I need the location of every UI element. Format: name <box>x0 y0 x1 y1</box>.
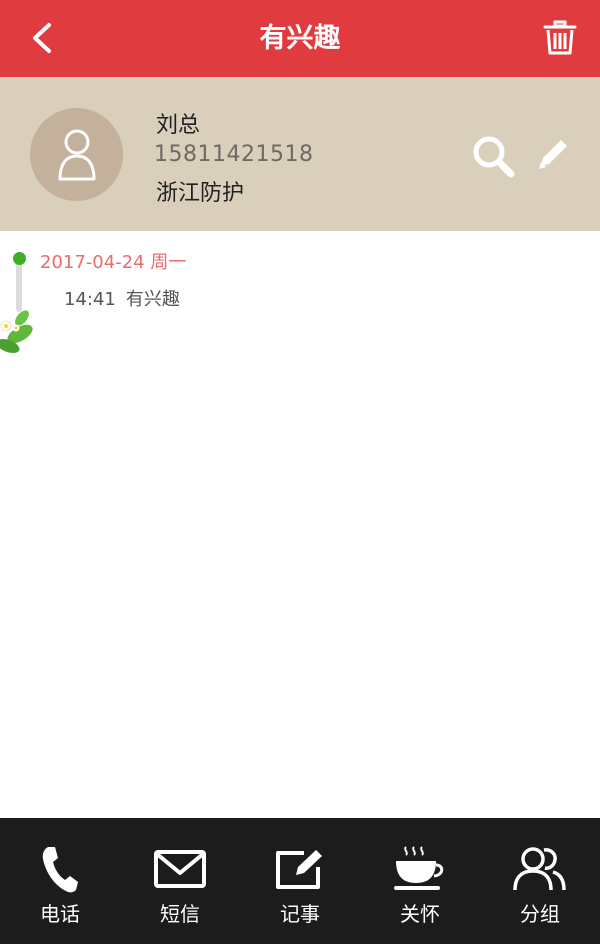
contact-profile: 刘总 15811421518 浙江防护 <box>0 77 600 231</box>
phone-icon <box>42 847 78 893</box>
timeline-date: 2017-04-24 周一 <box>40 252 187 273</box>
pencil-icon <box>539 140 567 169</box>
trash-icon <box>543 20 577 55</box>
nav-phone[interactable]: 电话 <box>0 818 120 944</box>
envelope-icon <box>154 850 206 888</box>
nav-group-label: 分组 <box>520 902 560 926</box>
delete-button[interactable] <box>540 18 580 58</box>
nav-sms[interactable]: 短信 <box>120 818 240 944</box>
contact-phone: 15811421518 <box>154 142 314 167</box>
nav-phone-label: 电话 <box>40 902 80 926</box>
bottom-nav: 电话 短信 记事 关怀 分组 <box>0 818 600 944</box>
person-icon <box>58 129 95 180</box>
nav-sms-label: 短信 <box>160 902 200 926</box>
timeline-track <box>16 262 22 312</box>
nav-notes[interactable]: 记事 <box>240 818 360 944</box>
avatar <box>30 108 123 201</box>
leaf-decoration-icon <box>0 310 33 353</box>
nav-care-label: 关怀 <box>400 902 440 926</box>
timeline-entry[interactable]: 14:41 有兴趣 <box>64 285 180 311</box>
timeline-dot <box>13 252 26 265</box>
search-button[interactable] <box>470 133 516 179</box>
coffee-cup-icon <box>394 846 444 890</box>
nav-care[interactable]: 关怀 <box>360 818 480 944</box>
contact-company: 浙江防护 <box>156 181 245 206</box>
entry-text: 有兴趣 <box>125 289 180 310</box>
nav-notes-label: 记事 <box>280 902 320 926</box>
contact-name: 刘总 <box>156 113 201 138</box>
group-icon <box>513 847 566 891</box>
entry-time: 14:41 <box>64 289 116 310</box>
edit-button[interactable] <box>532 131 576 175</box>
search-icon <box>473 136 515 178</box>
app-header: 有兴趣 <box>0 0 600 77</box>
nav-group[interactable]: 分组 <box>480 818 600 944</box>
page-title: 有兴趣 <box>259 23 341 54</box>
note-edit-icon <box>276 850 322 889</box>
